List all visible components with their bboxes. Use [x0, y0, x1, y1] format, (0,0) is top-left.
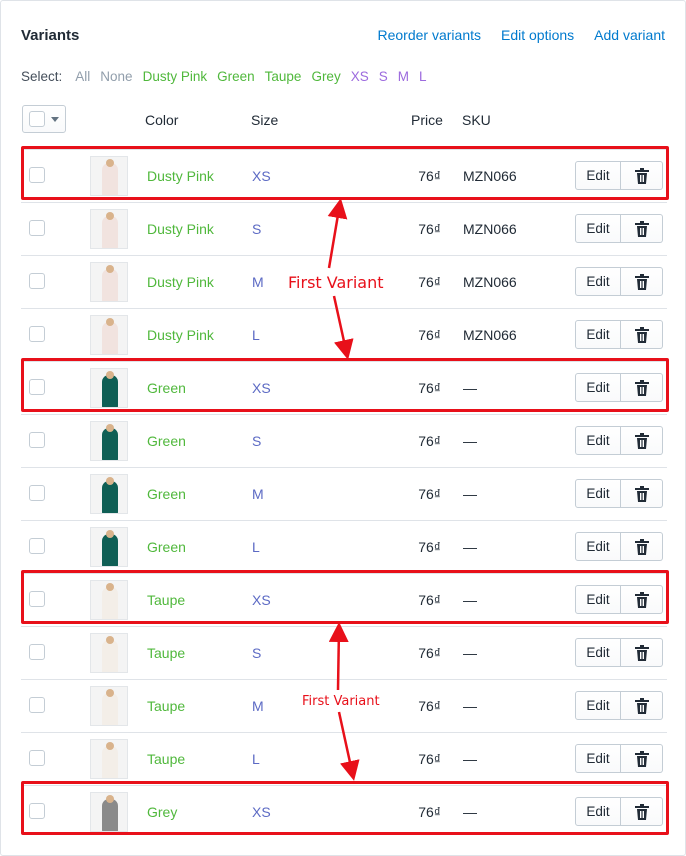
arrow-up-icon	[328, 622, 349, 691]
annotation-label: First Variant	[288, 273, 384, 292]
arrow-down-icon	[337, 711, 360, 781]
arrow-up-icon	[327, 198, 348, 269]
annotation-arrows	[327, 198, 360, 781]
arrow-down-icon	[332, 295, 354, 360]
annotation-label: First Variant	[302, 694, 380, 709]
